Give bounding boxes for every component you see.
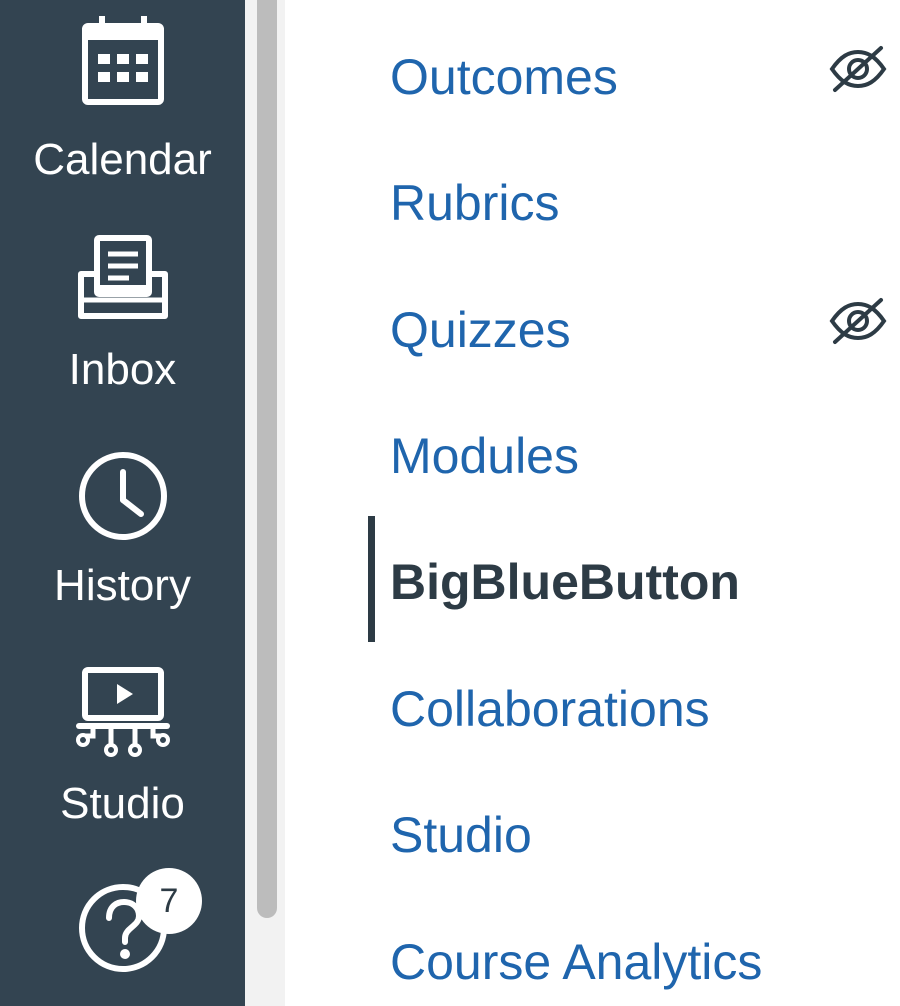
nav-item-calendar[interactable]: Calendar (0, 10, 245, 184)
nav-item-studio[interactable]: Studio (0, 664, 245, 834)
nav-item-help[interactable]: 7 (0, 860, 245, 1006)
scrollbar-thumb[interactable] (257, 0, 277, 918)
course-nav-quizzes[interactable]: Quizzes (390, 305, 571, 355)
course-nav-modules[interactable]: Modules (390, 431, 579, 481)
course-nav-course-analytics[interactable]: Course Analytics (390, 937, 762, 987)
course-nav-rubrics[interactable]: Rubrics (390, 178, 559, 228)
nav-item-label: Inbox (68, 345, 177, 394)
course-nav-studio[interactable]: Studio (390, 810, 532, 860)
active-indicator (368, 516, 375, 642)
nav-item-history[interactable]: History (0, 446, 245, 616)
clock-icon (0, 450, 245, 542)
eye-slash-icon (829, 296, 887, 346)
course-nav-bigbluebutton[interactable]: BigBlueButton (390, 557, 740, 607)
inbox-icon (0, 234, 245, 320)
nav-item-label: Studio (60, 779, 185, 828)
course-nav-outcomes[interactable]: Outcomes (390, 52, 618, 102)
notification-badge: 7 (136, 868, 202, 934)
nav-item-inbox[interactable]: Inbox (0, 228, 245, 398)
calendar-icon (0, 14, 245, 106)
help-icon (0, 882, 245, 974)
course-nav-collaborations[interactable]: Collaborations (390, 684, 710, 734)
eye-slash-icon (829, 44, 887, 94)
nav-item-label: History (54, 561, 191, 610)
course-navigation: Outcomes Rubrics Quizzes Modules BigBlue… (285, 0, 900, 1006)
studio-icon (0, 666, 245, 758)
nav-item-label: Calendar (33, 135, 212, 184)
global-navigation: Calendar Inbox History Studio 7 (0, 0, 245, 1006)
